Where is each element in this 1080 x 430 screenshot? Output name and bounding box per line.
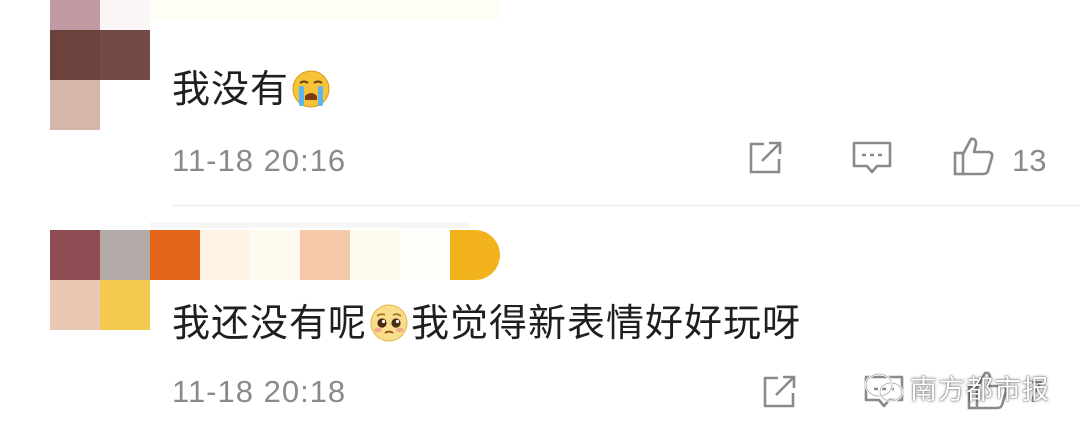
- mosaic-tile: [100, 230, 150, 280]
- thumbs-up-icon: [953, 137, 994, 176]
- comment-timestamp: 11-18 20:18: [172, 374, 347, 409]
- mosaic-tile: [50, 0, 100, 30]
- avatar[interactable]: [50, 230, 150, 330]
- mosaic-tile: [50, 80, 100, 130]
- share-button[interactable]: [744, 138, 788, 178]
- mosaic-tile: [50, 30, 100, 80]
- mosaic-tile: [100, 30, 150, 80]
- comment-icon: [852, 141, 892, 174]
- mosaic-tile: [250, 230, 300, 280]
- mosaic-tile: [450, 230, 500, 280]
- crying-face-icon: [292, 70, 330, 108]
- mosaic-tile: [350, 230, 400, 280]
- mosaic-tile: [100, 280, 150, 330]
- comment-text: 我还没有呢 我觉得新表情好好玩呀: [172, 300, 801, 346]
- mosaic-tile: [50, 230, 100, 280]
- comment-text-content: 我没有: [172, 67, 290, 111]
- wechat-icon: [864, 372, 904, 402]
- watermark-text: 南方都市报: [910, 375, 1050, 406]
- avatar[interactable]: [50, 0, 150, 130]
- reply-button[interactable]: [850, 138, 894, 178]
- share-icon: [763, 375, 796, 408]
- comment-timestamp: 11-18 20:16: [172, 143, 347, 178]
- comment-text-content: 我还没有呢: [172, 301, 368, 345]
- mosaic-tile: [200, 230, 250, 280]
- comment-text-content: 我觉得新表情好好玩呀: [411, 301, 802, 345]
- like-button[interactable]: [952, 136, 996, 176]
- watermark: 南方都市报: [858, 366, 1056, 409]
- mosaic-tile: [400, 230, 450, 280]
- mosaic-tile: [100, 80, 150, 130]
- username-blurred[interactable]: [150, 230, 500, 280]
- mosaic-tile: [100, 0, 150, 30]
- pleading-face-icon: [370, 304, 408, 342]
- blurred-region: [150, 222, 470, 228]
- like-count: 13: [1012, 143, 1047, 178]
- comment-item: 我没有 11-18 20:16 13: [0, 0, 1080, 206]
- mosaic-tile: [300, 230, 350, 280]
- blurred-region: [150, 0, 500, 20]
- comment-text: 我没有: [172, 66, 333, 112]
- mosaic-tile: [150, 230, 200, 280]
- share-icon: [749, 141, 782, 174]
- mosaic-tile: [50, 280, 100, 330]
- share-button[interactable]: [758, 372, 802, 412]
